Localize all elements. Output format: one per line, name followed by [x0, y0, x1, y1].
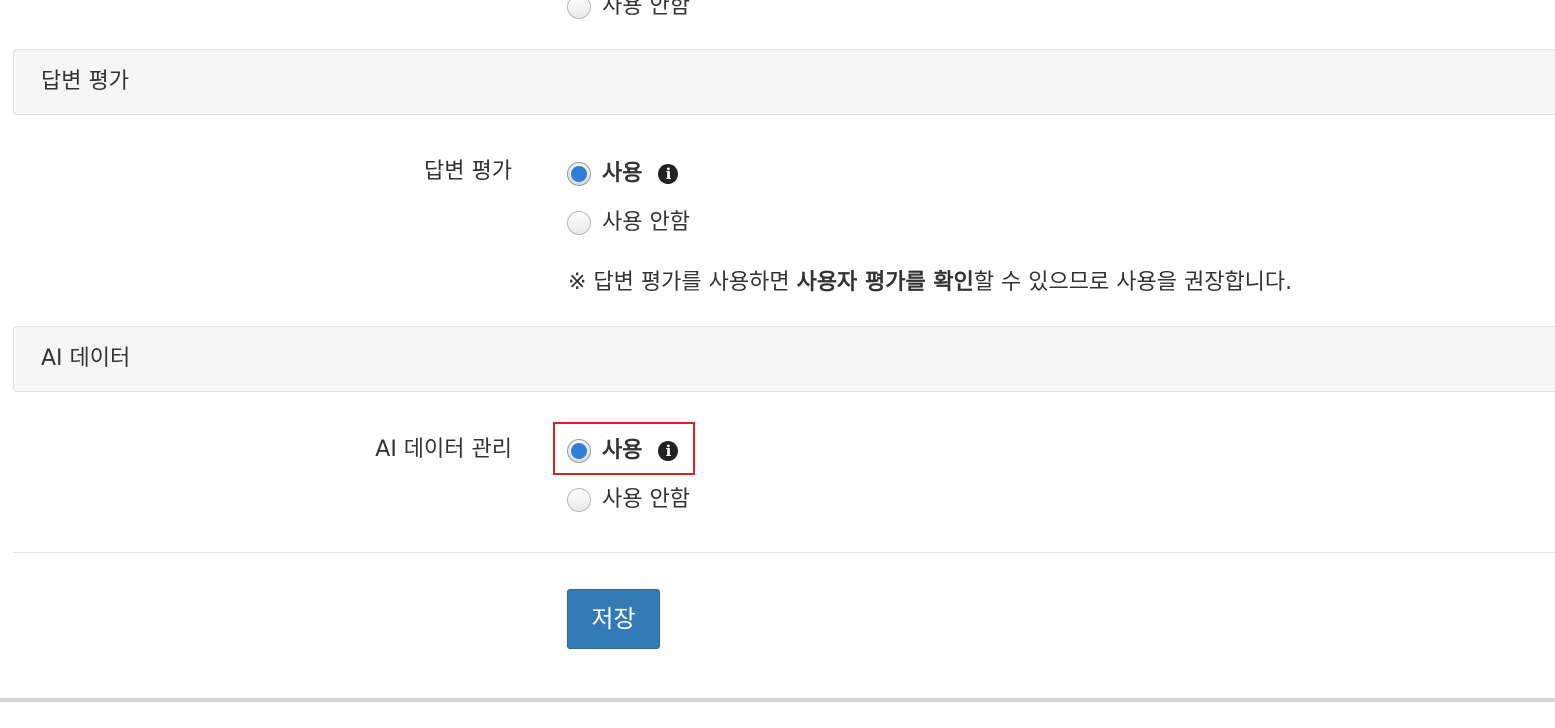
top-disabled-option[interactable]: 사용 안함 — [567, 0, 690, 22]
answer-eval-section-header: 답변 평가 — [13, 49, 1555, 115]
bottom-border — [0, 698, 1555, 702]
note-bold: 사용자 평가를 확인 — [796, 270, 974, 295]
radio-label: 사용 안함 — [602, 487, 690, 512]
divider — [13, 552, 1555, 553]
info-icon[interactable]: i — [658, 164, 679, 184]
answer-eval-disabled-option[interactable]: 사용 안함 — [567, 208, 690, 238]
section-title: AI 데이터 — [41, 346, 131, 371]
radio-button[interactable] — [567, 0, 591, 19]
answer-eval-note: ※ 답변 평가를 사용하면 사용자 평가를 확인할 수 있으므로 사용을 권장합… — [568, 268, 1292, 298]
answer-eval-field-label: 답변 평가 — [424, 159, 512, 184]
settings-page: 사용 안함 답변 평가 답변 평가 사용 i 사용 안함 ※ 답변 평가를 사용… — [0, 0, 1555, 728]
radio-label: 사용 안함 — [602, 0, 690, 19]
radio-label: 사용 — [602, 161, 643, 186]
ai-data-section-header: AI 데이터 — [13, 326, 1555, 392]
radio-button-selected[interactable] — [567, 162, 591, 186]
ai-data-enabled-option[interactable]: 사용 i — [567, 436, 679, 466]
radio-button[interactable] — [567, 488, 591, 512]
radio-button[interactable] — [567, 211, 591, 235]
info-icon[interactable]: i — [658, 441, 679, 461]
section-title: 답변 평가 — [41, 69, 129, 94]
ai-data-field-label: AI 데이터 관리 — [375, 437, 512, 462]
radio-label: 사용 안함 — [602, 210, 690, 235]
note-prefix: ※ 답변 평가를 사용하면 — [568, 270, 797, 295]
answer-eval-enabled-option[interactable]: 사용 i — [567, 159, 679, 189]
radio-button-selected[interactable] — [567, 439, 591, 463]
note-suffix: 할 수 있으므로 사용을 권장합니다. — [973, 270, 1293, 295]
ai-data-disabled-option[interactable]: 사용 안함 — [567, 485, 690, 515]
radio-label: 사용 — [602, 438, 643, 463]
save-button[interactable]: 저장 — [567, 589, 660, 649]
